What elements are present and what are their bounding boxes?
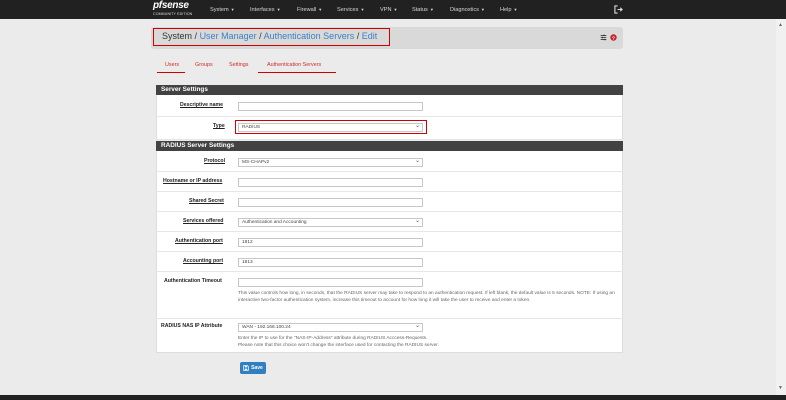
menu-firewall[interactable]: Firewall ▼ — [297, 0, 322, 19]
nas-ip-help-2: Please note that this choice won't chang… — [238, 343, 439, 348]
tab-users-underline — [157, 59, 185, 73]
tab-settings[interactable]: Settings — [229, 62, 248, 68]
caret-down-icon: ▼ — [318, 7, 323, 12]
timeout-input[interactable] — [238, 278, 423, 287]
caret-down-icon: ▼ — [393, 7, 398, 12]
hostname-input[interactable] — [238, 178, 423, 187]
menu-services[interactable]: Services ▼ — [337, 0, 364, 19]
breadcrumb: System / User Manager / Authentication S… — [162, 31, 377, 41]
menu-diagnostics[interactable]: Diagnostics ▼ — [450, 0, 485, 19]
menu-label: Services — [337, 6, 359, 13]
acct-port-label: Accounting port — [183, 258, 224, 264]
auth-port-input[interactable]: 1812 — [238, 238, 423, 247]
help-icon[interactable]: ? — [610, 34, 617, 41]
type-highlight — [235, 120, 427, 134]
bottom-bar — [0, 395, 786, 400]
menu-label: Interfaces — [250, 6, 275, 13]
nas-ip-select[interactable]: WAN - 192.168.100.24 — [238, 322, 423, 332]
services-label: Services offered — [183, 218, 224, 224]
hostname-label: Hostname or IP address — [163, 178, 223, 184]
svg-text:?: ? — [612, 35, 615, 41]
save-button[interactable]: Save — [240, 362, 266, 374]
caret-down-icon: ▼ — [276, 7, 281, 12]
caret-down-icon: ▼ — [480, 7, 485, 12]
shared-secret-input[interactable] — [238, 198, 423, 207]
caret-down-icon: ▼ — [513, 7, 518, 12]
nas-ip-label: RADIUS NAS IP Attribute — [161, 323, 223, 329]
descriptive-name-input[interactable] — [238, 102, 423, 111]
protocol-select[interactable]: MS-CHAPv2 — [238, 157, 423, 167]
breadcrumb-separator: / — [194, 31, 198, 41]
save-icon — [243, 365, 249, 371]
breadcrumb-separator: / — [356, 31, 360, 41]
page-scrollbar[interactable] — [776, 19, 786, 395]
scroll-up-icon[interactable]: ▲ — [778, 22, 783, 28]
shared-secret-label: Shared Secret — [189, 198, 224, 204]
auth-port-label: Authentication port — [175, 238, 223, 244]
logout-icon[interactable] — [614, 5, 623, 14]
caret-down-icon: ▼ — [230, 7, 235, 12]
breadcrumb-icons: ? — [600, 34, 617, 41]
timeout-help-text: This value controls how long, in seconds… — [238, 291, 615, 304]
menu-label: Status — [412, 6, 428, 13]
caret-down-icon: ▼ — [429, 7, 434, 12]
breadcrumb-auth-servers[interactable]: Authentication Servers — [264, 31, 355, 41]
menu-vpn[interactable]: VPN ▼ — [380, 0, 397, 19]
menu-label: System — [210, 6, 229, 13]
breadcrumb-user-manager[interactable]: User Manager — [200, 31, 257, 41]
scroll-down-icon[interactable]: ▼ — [778, 385, 783, 391]
menu-help[interactable]: Help ▼ — [500, 0, 517, 19]
sliders-icon[interactable] — [600, 34, 607, 41]
caret-down-icon: ▼ — [360, 7, 365, 12]
save-label: Save — [251, 365, 263, 371]
protocol-label: Protocol — [204, 158, 226, 164]
timeout-label: Authentication Timeout — [164, 278, 222, 284]
radius-settings-heading: RADIUS Server Settings — [156, 141, 623, 151]
pfsense-logo[interactable]: pfsense COMMUNITY EDITION — [153, 0, 192, 18]
menu-label: Firewall — [297, 6, 317, 13]
menu-status[interactable]: Status ▼ — [412, 0, 434, 19]
menu-label: VPN — [380, 6, 392, 13]
logo-subtitle: COMMUNITY EDITION — [153, 12, 193, 16]
tab-groups[interactable]: Groups — [195, 62, 213, 68]
type-label: Type — [213, 123, 225, 129]
server-settings-heading: Server Settings — [156, 85, 623, 95]
breadcrumb-separator: / — [259, 31, 262, 41]
tab-auth-servers-underline — [258, 59, 336, 73]
logo-text: pfsense — [153, 0, 189, 11]
descriptive-name-label: Descriptive name — [180, 102, 223, 108]
services-select[interactable]: Authentication and Accounting — [238, 217, 423, 227]
acct-port-input[interactable]: 1813 — [238, 258, 423, 267]
menu-interfaces[interactable]: Interfaces ▼ — [250, 0, 281, 19]
breadcrumb-edit[interactable]: Edit — [362, 31, 378, 41]
menu-label: Diagnostics — [450, 6, 479, 13]
menu-label: Help — [500, 6, 512, 13]
menu-system[interactable]: System ▼ — [210, 0, 235, 19]
breadcrumb-root: System — [162, 31, 193, 41]
